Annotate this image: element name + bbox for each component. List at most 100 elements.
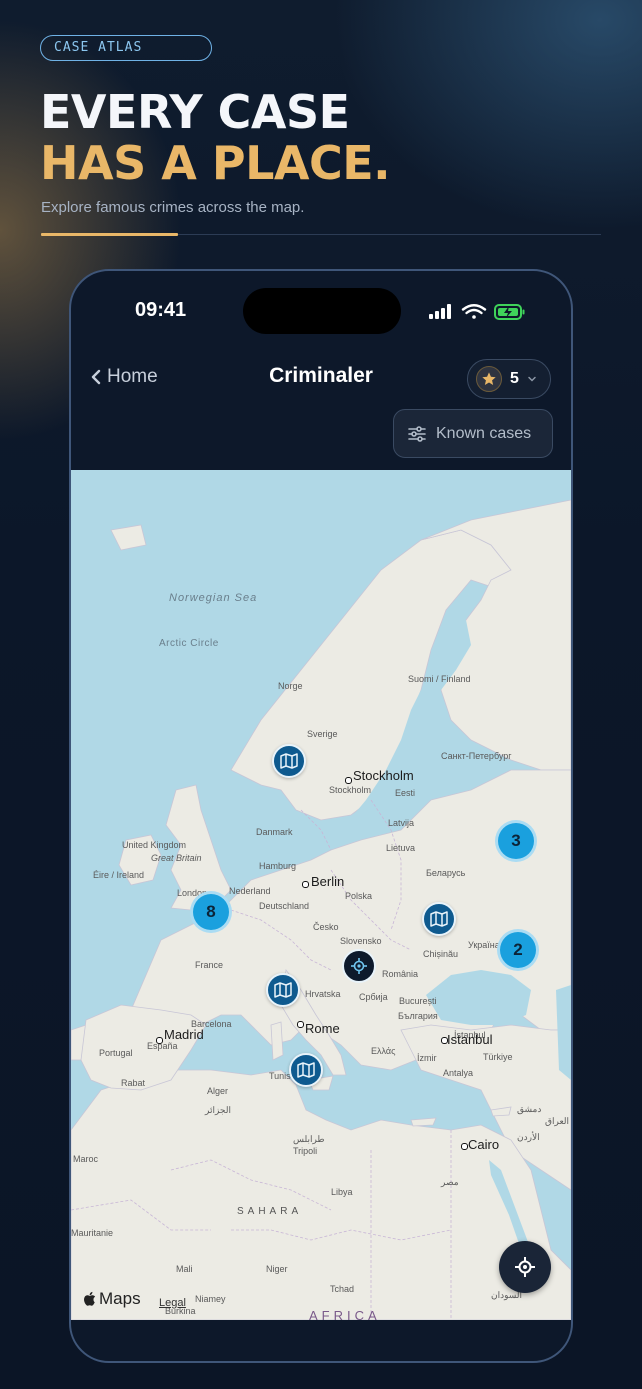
app-tag: CASE ATLAS xyxy=(40,35,212,61)
chisinau-label: Chișinău xyxy=(423,949,459,959)
belarus-label: Беларусь xyxy=(426,868,466,878)
star-icon xyxy=(482,372,496,385)
algeria-arabic-label: الجزائر xyxy=(205,1105,231,1115)
cluster-marker-ukraine[interactable]: 2 xyxy=(497,929,539,971)
stockholm-small-label: Stockholm xyxy=(329,785,372,795)
maps-attribution: Maps xyxy=(83,1289,141,1309)
antalya-label: Antalya xyxy=(443,1068,474,1078)
case-pin-ukraine[interactable] xyxy=(422,902,456,936)
ukraine-label: Україна xyxy=(468,940,500,950)
map-icon xyxy=(274,982,292,998)
star-badge xyxy=(476,366,502,392)
stockholm-label: Stockholm xyxy=(353,768,414,783)
crosshair-icon xyxy=(351,958,367,974)
map-base xyxy=(71,499,571,1320)
dynamic-island xyxy=(243,288,401,334)
case-pin-norway[interactable] xyxy=(272,744,306,778)
tripoli-label: Tripoli xyxy=(293,1146,318,1156)
tunis-label: Tunis xyxy=(269,1071,291,1081)
promo-subtitle: Explore famous crimes across the map. xyxy=(41,199,305,216)
headline-line-2: HAS A PLACE. xyxy=(40,136,391,190)
serbia-label: Србија xyxy=(359,992,388,1002)
status-icons xyxy=(429,303,539,320)
hamburg-label: Hamburg xyxy=(259,861,297,871)
turkey-label: Türkiye xyxy=(483,1052,513,1062)
case-pin-italy-north[interactable] xyxy=(266,973,300,1007)
recenter-button[interactable] xyxy=(499,1241,551,1293)
st-petersburg-label: Санкт-Петербург xyxy=(441,751,512,761)
map-icon xyxy=(280,753,298,769)
netherlands-label: Nederland xyxy=(229,886,271,896)
chad-label: Tchad xyxy=(330,1284,355,1294)
mali-label: Mali xyxy=(176,1264,193,1274)
ireland-label: Éire / Ireland xyxy=(93,870,145,880)
slovakia-label: Slovensko xyxy=(340,936,382,946)
spain-label: España xyxy=(147,1041,178,1051)
egypt-arabic-label: مصر xyxy=(441,1177,459,1187)
tripoli-arabic-label: طرابلس xyxy=(293,1134,325,1144)
screen-title-text: Criminaler xyxy=(269,364,373,387)
libya-label: Libya xyxy=(331,1187,353,1197)
status-time: 09:41 xyxy=(135,299,187,321)
latvia-label: Latvija xyxy=(388,818,415,828)
cairo-dot xyxy=(461,1143,468,1150)
france-label: France xyxy=(195,960,224,970)
arctic-circle-label: Arctic Circle xyxy=(159,638,219,649)
romania-label: România xyxy=(382,969,419,979)
divider-accent xyxy=(41,233,178,236)
cairo-label: Cairo xyxy=(468,1137,500,1152)
apple-logo-icon xyxy=(84,1291,96,1306)
signal-icon xyxy=(429,304,451,319)
map-icon xyxy=(297,1062,315,1078)
germany-label: Deutschland xyxy=(259,901,310,911)
maps-label: Maps xyxy=(99,1289,141,1308)
africa-label: AFRICA xyxy=(309,1308,381,1320)
madrid-label: Madrid xyxy=(164,1027,204,1042)
poland-label: Polska xyxy=(345,891,373,901)
score-button[interactable]: 5 xyxy=(467,359,551,399)
chevron-down-icon xyxy=(528,376,536,382)
rabat-label: Rabat xyxy=(121,1078,146,1088)
battery-charging-icon xyxy=(494,304,525,320)
score-value: 5 xyxy=(510,370,519,387)
sahara-label: SAHARA xyxy=(237,1206,303,1217)
bucharest-label: București xyxy=(399,996,437,1006)
cluster-marker-uk[interactable]: 8 xyxy=(190,891,232,933)
damascus-label: دمشق xyxy=(517,1104,542,1114)
norwegian-sea-label: Norwegian Sea xyxy=(169,592,258,604)
istanbul-label: Istanbul xyxy=(447,1032,493,1047)
sweden-label: Sverige xyxy=(307,729,338,739)
iraq-label: العراق xyxy=(545,1116,570,1126)
bulgaria-label: България xyxy=(398,1011,438,1021)
izmir-label: İzmir xyxy=(417,1053,437,1063)
jordan-label: الأردن xyxy=(517,1132,540,1142)
greece-label: Ελλάς xyxy=(371,1046,396,1056)
rome-dot xyxy=(297,1021,304,1028)
great-britain-label: Great Britain xyxy=(151,853,202,863)
croatia-label: Hrvatska xyxy=(305,989,341,999)
norway-label: Norge xyxy=(278,681,303,691)
berlin-dot xyxy=(302,881,309,888)
case-pin-tunisia[interactable] xyxy=(289,1053,323,1087)
niger-label: Niger xyxy=(266,1264,288,1274)
niamey-label: Niamey xyxy=(195,1294,226,1304)
uk-label: United Kingdom xyxy=(122,840,187,850)
czechia-label: Česko xyxy=(313,922,339,932)
estonia-label: Eesti xyxy=(395,788,416,798)
wifi-icon xyxy=(461,304,487,319)
portugal-label: Portugal xyxy=(99,1048,133,1058)
finland-label: Suomi / Finland xyxy=(408,674,471,684)
current-location-marker[interactable] xyxy=(342,949,376,983)
filter-label: Known cases xyxy=(436,424,532,442)
morocco-label: Maroc xyxy=(73,1154,99,1164)
known-cases-filter-button[interactable]: Known cases xyxy=(393,409,553,458)
stockholm-dot xyxy=(345,777,352,784)
crosshair-icon xyxy=(515,1257,535,1277)
headline-line-1: EVERY CASE xyxy=(40,85,350,139)
map-view[interactable]: Norwegian Sea Arctic Circle Norge Sverig… xyxy=(71,470,571,1320)
map-icon xyxy=(430,911,448,927)
cluster-marker-russia[interactable]: 3 xyxy=(495,820,537,862)
mauritania-label: Mauritanie xyxy=(71,1228,114,1238)
legal-link[interactable]: Legal xyxy=(159,1297,186,1309)
alger-label: Alger xyxy=(207,1086,229,1096)
